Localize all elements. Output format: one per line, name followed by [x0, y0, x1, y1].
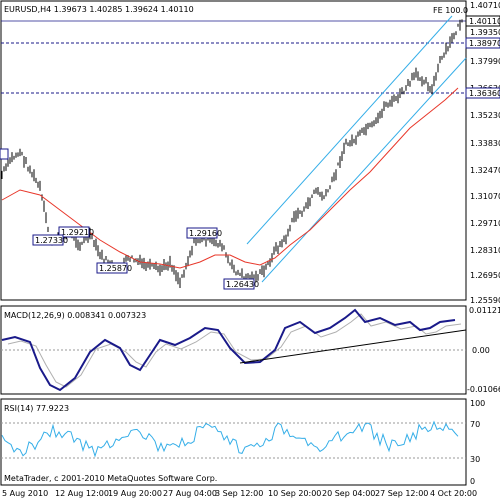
fe-label: FE 100.0: [433, 6, 468, 15]
svg-text:1.29160: 1.29160: [189, 229, 222, 238]
swing-label-2[interactable]: 1.27330: [32, 234, 68, 246]
current-price-tag: 1.40110: [465, 15, 500, 27]
chart-canvas[interactable]: EURUSD,H4 1.39673 1.40285 1.39624 1.4011…: [0, 0, 500, 500]
svg-text:1.29710: 1.29710: [470, 219, 500, 228]
svg-text:1.31070: 1.31070: [470, 192, 500, 201]
main-price-panel[interactable]: [0, 0, 467, 301]
swing-label-5[interactable]: 1.26430: [223, 278, 259, 290]
svg-text:19 Aug 20:00: 19 Aug 20:00: [108, 489, 162, 498]
svg-text:1.28310: 1.28310: [470, 246, 500, 255]
svg-text:0.011216: 0.011216: [469, 306, 500, 315]
svg-text:1.25870: 1.25870: [99, 264, 132, 273]
copyright-text: MetaTrader, c 2001-2010 MetaQuotes Softw…: [4, 474, 217, 483]
svg-text:1.25590: 1.25590: [470, 296, 500, 305]
svg-text:1.33830: 1.33830: [470, 139, 500, 148]
svg-text:1.40710: 1.40710: [470, 1, 500, 10]
svg-text:70: 70: [470, 420, 480, 429]
rsi-title: RSI(14) 77.9223: [4, 404, 69, 413]
svg-text:1.37990: 1.37990: [470, 57, 500, 66]
svg-text:27 Aug 04:00: 27 Aug 04:00: [163, 489, 217, 498]
svg-text:10 Sep 20:00: 10 Sep 20:00: [268, 489, 321, 498]
svg-text:1.26950: 1.26950: [470, 271, 500, 280]
macd-axis: 0.011216 0.00 -0.01066: [467, 306, 500, 394]
svg-text:1.38970: 1.38970: [469, 39, 500, 48]
svg-text:5 Aug 2010: 5 Aug 2010: [2, 489, 48, 498]
svg-text:4 Oct 20:00: 4 Oct 20:00: [430, 489, 477, 498]
svg-text:20 Sep 04:00: 20 Sep 04:00: [322, 489, 375, 498]
svg-text:27 Sep 12:00: 27 Sep 12:00: [375, 489, 428, 498]
macd-title: MACD(12,26,9) 0.008341 0.007323: [4, 311, 146, 320]
svg-text:1.35230: 1.35230: [470, 111, 500, 120]
symbol-header: EURUSD,H4 1.39673 1.40285 1.39624 1.4011…: [4, 5, 194, 14]
svg-text:1.32470: 1.32470: [470, 166, 500, 175]
svg-text:1.36360: 1.36360: [469, 89, 500, 98]
svg-text:3 Sep 12:00: 3 Sep 12:00: [215, 489, 263, 498]
svg-text:0: 0: [470, 477, 475, 486]
rsi-axis: 100 70 30 0: [470, 399, 485, 486]
svg-text:-0.01066: -0.01066: [467, 385, 500, 394]
swing-label-3[interactable]: 1.25870: [96, 262, 132, 274]
svg-text:1.40110: 1.40110: [469, 17, 500, 26]
chart-window[interactable]: EURUSD,H4 1.39673 1.40285 1.39624 1.4011…: [0, 0, 500, 500]
svg-text:1.26430: 1.26430: [226, 280, 259, 289]
svg-text:1.39350: 1.39350: [470, 28, 500, 37]
svg-text:30: 30: [470, 455, 480, 464]
left-edge-label[interactable]: [0, 148, 9, 160]
level-high-tag: 1.38970: [465, 37, 500, 49]
swing-label-4[interactable]: 1.29160: [186, 227, 222, 239]
time-axis: 5 Aug 2010 12 Aug 12:00 19 Aug 20:00 27 …: [2, 489, 477, 498]
svg-text:1.27330: 1.27330: [35, 236, 68, 245]
svg-text:12 Aug 12:00: 12 Aug 12:00: [55, 489, 109, 498]
svg-text:100: 100: [470, 399, 485, 408]
svg-text:0.00: 0.00: [472, 346, 490, 355]
level-low-tag: 1.36360: [465, 87, 500, 99]
